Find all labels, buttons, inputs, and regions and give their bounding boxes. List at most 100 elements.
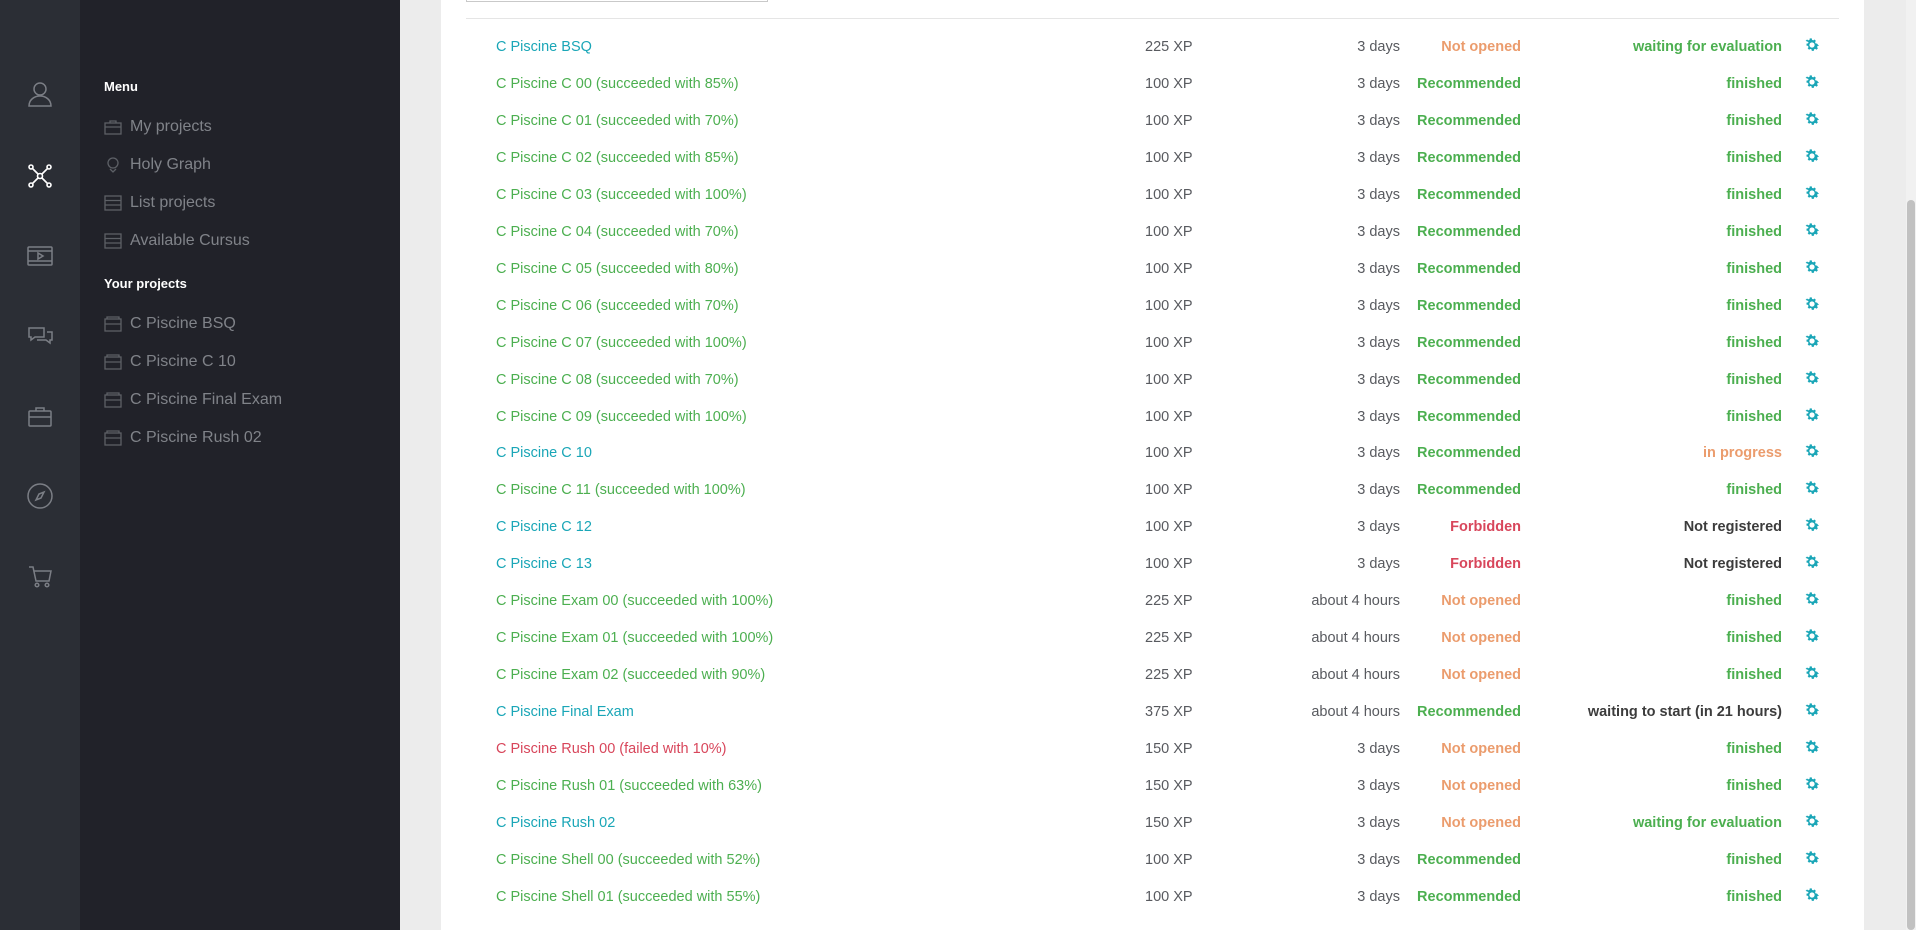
gear-icon[interactable] <box>1803 221 1821 239</box>
gear-icon[interactable] <box>1803 590 1821 608</box>
gear-icon[interactable] <box>1803 184 1821 202</box>
sidebar-item-my-projects[interactable]: My projects <box>104 114 212 140</box>
project-name-link[interactable]: C Piscine Rush 01 (succeeded with 63%) <box>496 777 762 795</box>
project-name-link[interactable]: C Piscine C 12 <box>496 518 592 536</box>
project-name-link[interactable]: C Piscine C 09 (succeeded with 100%) <box>496 408 747 426</box>
gear-icon[interactable] <box>1803 738 1821 756</box>
sidebar-item-label: My projects <box>130 118 212 135</box>
table-row: C Piscine C 11 (succeeded with 100%) 3 da… <box>441 471 1864 508</box>
xp-value: 100 XP <box>1145 186 1193 203</box>
project-name-link[interactable]: C Piscine C 00 (succeeded with 85%) <box>496 75 739 93</box>
list-icon <box>104 233 122 249</box>
status-badge: finished <box>1726 186 1782 203</box>
gear-icon[interactable] <box>1803 886 1821 904</box>
sidebar-item-list-projects[interactable]: List projects <box>104 190 215 216</box>
chat-icon[interactable] <box>22 318 58 354</box>
project-icon <box>104 392 122 408</box>
gear-icon[interactable] <box>1803 664 1821 682</box>
gear-icon[interactable] <box>1803 406 1821 424</box>
project-name-link[interactable]: C Piscine Final Exam <box>496 703 634 721</box>
status-badge: waiting to start (in 21 hours) <box>1587 704 1782 721</box>
project-name-link[interactable]: C Piscine C 03 (succeeded with 100%) <box>496 186 747 204</box>
scrollbar[interactable] <box>1906 0 1916 930</box>
gear-icon[interactable] <box>1803 36 1821 54</box>
sidebar-project-rush02[interactable]: C Piscine Rush 02 <box>104 425 262 451</box>
icon-rail <box>0 0 80 930</box>
recommendation-badge: Not opened <box>1441 630 1521 647</box>
status-badge: Not registered <box>1683 556 1782 573</box>
recommendation-badge: Recommended <box>1417 223 1521 240</box>
table-row: C Piscine Exam 01 (succeeded with 100%) a… <box>441 619 1864 656</box>
sidebar-item-holy-graph[interactable]: Holy Graph <box>104 152 211 178</box>
status-badge: finished <box>1726 482 1782 499</box>
table-row: C Piscine C 07 (succeeded with 100%) 3 da… <box>441 324 1864 361</box>
gear-icon[interactable] <box>1803 775 1821 793</box>
briefcase-icon[interactable] <box>22 398 58 434</box>
xp-value: 150 XP <box>1145 741 1193 758</box>
compass-icon[interactable] <box>22 478 58 514</box>
cart-icon[interactable] <box>22 558 58 594</box>
gear-icon[interactable] <box>1803 73 1821 91</box>
status-badge: finished <box>1726 223 1782 240</box>
gear-icon[interactable] <box>1803 627 1821 645</box>
xp-value: 100 XP <box>1145 75 1193 92</box>
gear-icon[interactable] <box>1803 553 1821 571</box>
project-name-link[interactable]: C Piscine C 06 (succeeded with 70%) <box>496 297 739 315</box>
gear-icon[interactable] <box>1803 147 1821 165</box>
duration-text: 3 days <box>1357 519 1400 536</box>
projects-panel: C Piscine BSQ 3 days 225 XP Not opened waiti… <box>441 0 1864 930</box>
gear-icon[interactable] <box>1803 442 1821 460</box>
project-icon <box>104 316 122 332</box>
duration-text: 3 days <box>1357 223 1400 240</box>
gear-icon[interactable] <box>1803 332 1821 350</box>
recommendation-badge: Not opened <box>1441 741 1521 758</box>
sidebar-item-label: C Piscine C 10 <box>130 353 236 370</box>
recommendation-badge: Not opened <box>1441 593 1521 610</box>
project-name-link[interactable]: C Piscine Rush 00 (failed with 10%) <box>496 740 727 758</box>
sidebar: Menu My projects Holy Graph List project… <box>80 0 400 930</box>
status-badge: finished <box>1726 408 1782 425</box>
project-name-link[interactable]: C Piscine Shell 01 (succeeded with 55%) <box>496 888 760 906</box>
recommendation-badge: Not opened <box>1441 667 1521 684</box>
table-row: C Piscine C 02 (succeeded with 85%) 3 day… <box>441 139 1864 176</box>
project-name-link[interactable]: C Piscine Rush 02 <box>496 814 615 832</box>
search-input[interactable] <box>466 0 768 2</box>
project-name-link[interactable]: C Piscine Shell 00 (succeeded with 52%) <box>496 851 760 869</box>
gear-icon[interactable] <box>1803 516 1821 534</box>
project-name-link[interactable]: C Piscine C 10 <box>496 444 592 462</box>
recommendation-badge: Recommended <box>1417 297 1521 314</box>
project-name-link[interactable]: C Piscine Exam 00 (succeeded with 100%) <box>496 592 773 610</box>
project-name-link[interactable]: C Piscine Exam 01 (succeeded with 100%) <box>496 629 773 647</box>
sidebar-project-final-exam[interactable]: C Piscine Final Exam <box>104 387 282 413</box>
gear-icon[interactable] <box>1803 369 1821 387</box>
gear-icon[interactable] <box>1803 479 1821 497</box>
table-row: C Piscine C 00 (succeeded with 85%) 3 day… <box>441 65 1864 102</box>
gear-icon[interactable] <box>1803 110 1821 128</box>
project-name-link[interactable]: C Piscine C 11 (succeeded with 100%) <box>496 481 746 499</box>
project-name-link[interactable]: C Piscine C 01 (succeeded with 70%) <box>496 112 739 130</box>
project-name-link[interactable]: C Piscine BSQ <box>496 38 592 56</box>
sidebar-item-label: C Piscine Rush 02 <box>130 429 262 446</box>
gear-icon[interactable] <box>1803 295 1821 313</box>
project-name-link[interactable]: C Piscine C 02 (succeeded with 85%) <box>496 149 739 167</box>
sidebar-project-c10[interactable]: C Piscine C 10 <box>104 349 236 375</box>
gear-icon[interactable] <box>1803 258 1821 276</box>
profile-icon[interactable] <box>22 76 58 112</box>
project-name-link[interactable]: C Piscine C 04 (succeeded with 70%) <box>496 223 739 241</box>
scrollbar-thumb[interactable] <box>1907 200 1915 930</box>
project-name-link[interactable]: C Piscine C 05 (succeeded with 80%) <box>496 260 739 278</box>
project-name-link[interactable]: C Piscine C 07 (succeeded with 100%) <box>496 334 747 352</box>
sidebar-item-available-cursus[interactable]: Available Cursus <box>104 228 250 254</box>
project-name-link[interactable]: C Piscine C 08 (succeeded with 70%) <box>496 371 739 389</box>
video-icon[interactable] <box>22 238 58 274</box>
gear-icon[interactable] <box>1803 812 1821 830</box>
duration-text: 3 days <box>1357 334 1400 351</box>
status-badge: finished <box>1726 75 1782 92</box>
list-icon <box>104 195 122 211</box>
sidebar-project-bsq[interactable]: C Piscine BSQ <box>104 311 236 337</box>
graph-icon[interactable] <box>22 158 58 194</box>
project-name-link[interactable]: C Piscine Exam 02 (succeeded with 90%) <box>496 666 765 684</box>
project-name-link[interactable]: C Piscine C 13 <box>496 555 592 573</box>
gear-icon[interactable] <box>1803 701 1821 719</box>
gear-icon[interactable] <box>1803 849 1821 867</box>
